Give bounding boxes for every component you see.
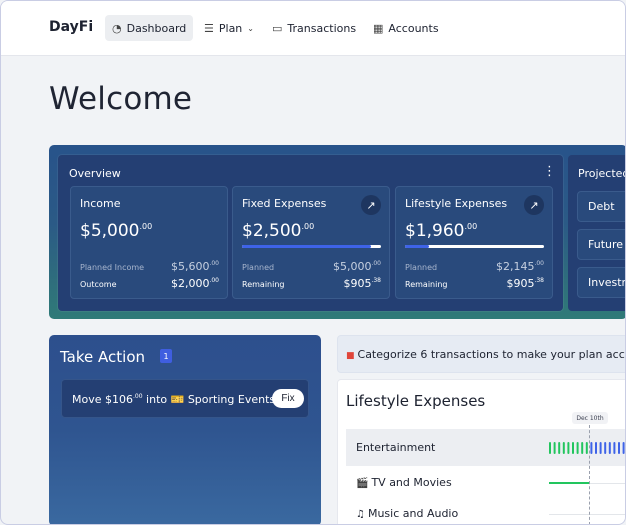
take-action-title: Take Action xyxy=(60,348,145,366)
more-options-icon[interactable]: ⋮ xyxy=(543,164,556,179)
take-action-count-badge: 1 xyxy=(160,349,172,363)
tv-movies-spent-bar xyxy=(549,482,589,484)
music-note-icon: ♫ xyxy=(356,509,365,520)
projected-item-debt[interactable]: Debt xyxy=(577,191,625,222)
fixed-expenses-card[interactable]: Fixed Expenses ↗ $2,500.00 Planned $5,00… xyxy=(232,186,390,299)
categorize-banner[interactable]: ■ Categorize 6 transactions to make your … xyxy=(337,335,626,373)
alert-tag-icon: ■ xyxy=(346,351,355,361)
nav-plan-label: Plan xyxy=(218,21,243,35)
date-marker-label: Dec 10th xyxy=(572,412,608,424)
fixed-expenses-value: $2,500.00 xyxy=(242,221,315,241)
ticket-icon: 🎫 xyxy=(170,393,185,406)
projected-title: Projected xyxy=(578,167,626,180)
lifestyle-expenses-progress xyxy=(405,245,544,248)
fix-button[interactable]: Fix xyxy=(272,389,304,408)
categorize-banner-text: ■ Categorize 6 transactions to make your … xyxy=(346,348,626,361)
category-row-entertainment[interactable]: Entertainment xyxy=(346,429,625,466)
gauge-icon: ◔ xyxy=(112,21,122,35)
lifestyle-remaining-row: Remaining $905.38 xyxy=(405,277,544,290)
take-action-item: Move $106.00 into 🎫 Sporting Events Fix xyxy=(61,379,309,418)
fixed-expenses-progress-fill xyxy=(242,245,372,248)
income-card[interactable]: Income $5,000.00 Planned Income $5,600.0… xyxy=(70,186,228,299)
income-outcome-row: Outcome $2,000.00 xyxy=(80,277,219,290)
lifestyle-expenses-value: $1,960.00 xyxy=(405,221,478,241)
page-title: Welcome xyxy=(49,81,193,117)
music-audio-track xyxy=(549,514,625,515)
category-label: Entertainment xyxy=(356,441,436,454)
lifestyle-expenses-card[interactable]: Lifestyle Expenses ↗ $1,960.00 Planned $… xyxy=(395,186,553,299)
lifestyle-title: Lifestyle Expenses xyxy=(346,392,486,410)
wallet-icon: ▭ xyxy=(272,21,283,35)
income-value: $5,000.00 xyxy=(80,221,153,241)
projected-item-investments[interactable]: Investm xyxy=(577,267,625,298)
fixed-expenses-label: Fixed Expenses xyxy=(242,197,327,210)
arrow-up-right-icon[interactable]: ↗ xyxy=(361,195,381,215)
nav-accounts[interactable]: ▦ Accounts xyxy=(366,15,446,41)
clapper-icon: 🎬 xyxy=(356,478,369,489)
lifestyle-planned-row: Planned $2,145.00 xyxy=(405,260,544,273)
top-nav: DayFi ◔ Dashboard ☰ Plan ⌄ ▭ Transaction… xyxy=(1,1,625,56)
income-planned-row: Planned Income $5,600.00 xyxy=(80,260,219,273)
fixed-remaining-row: Remaining $905.38 xyxy=(242,277,381,290)
nav-transactions-label: Transactions xyxy=(287,21,357,35)
nav-dashboard[interactable]: ◔ Dashboard xyxy=(105,15,194,41)
fixed-planned-row: Planned $5,000.00 xyxy=(242,260,381,273)
grid-icon: ▦ xyxy=(373,21,384,35)
lifestyle-expenses-progress-fill xyxy=(405,245,429,248)
sliders-icon: ☰ xyxy=(204,21,214,35)
income-label: Income xyxy=(80,197,121,210)
projected-item-future-savings[interactable]: Future S xyxy=(577,229,625,260)
lifestyle-expenses-label: Lifestyle Expenses xyxy=(405,197,508,210)
overview-title: Overview xyxy=(69,167,121,180)
chevron-down-icon: ⌄ xyxy=(247,23,254,33)
arrow-up-right-icon[interactable]: ↗ xyxy=(524,195,544,215)
nav-dashboard-label: Dashboard xyxy=(126,21,187,35)
fixed-expenses-progress xyxy=(242,245,381,248)
category-row-music-audio[interactable]: ♫ Music and Audio xyxy=(356,507,458,520)
nav-accounts-label: Accounts xyxy=(388,21,439,35)
date-marker-line xyxy=(589,425,590,524)
brand-logo[interactable]: DayFi xyxy=(49,19,93,35)
nav-transactions[interactable]: ▭ Transactions xyxy=(265,15,363,41)
take-action-text: Move $106.00 into 🎫 Sporting Events xyxy=(72,393,276,406)
nav-plan[interactable]: ☰ Plan ⌄ xyxy=(197,15,261,41)
category-row-tv-movies[interactable]: 🎬 TV and Movies xyxy=(356,476,452,489)
app-frame: DayFi ◔ Dashboard ☰ Plan ⌄ ▭ Transaction… xyxy=(0,0,626,525)
